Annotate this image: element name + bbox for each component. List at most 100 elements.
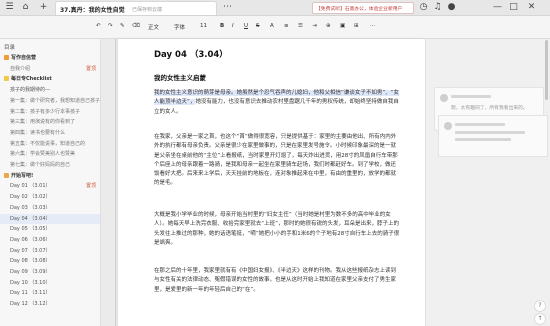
promo-banner[interactable]: 【免费试听】石墨办公，体验企业新用户	[312, 2, 414, 14]
indent-button[interactable]: ⇥	[312, 23, 317, 29]
outline-title: 目录	[4, 45, 16, 51]
page-margin-line	[115, 39, 116, 326]
home-icon[interactable]: ⌂	[20, 2, 31, 13]
outline-item[interactable]: Day 01 （3.01） 置顶	[0, 181, 100, 191]
comment-body-line	[455, 131, 525, 134]
outline-item[interactable]: Day 04 （3.04）	[0, 213, 100, 224]
outline-item[interactable]: 孩子的我期待的—	[0, 85, 100, 95]
outline-item[interactable]: 第七集：做个好妈妈的自己	[0, 160, 100, 170]
outline-item[interactable]: Day 10 （3.10）	[0, 278, 100, 288]
more-button[interactable]: ···	[370, 23, 375, 29]
minimize-icon[interactable]: —	[492, 2, 503, 13]
comment-panel: 嗯，太有趣同了，所有我看出来的。	[426, 39, 550, 326]
undo-icon[interactable]: ↶	[96, 23, 101, 29]
paragraph-4[interactable]: 在那之后的十年里，我家里就有有《中国妇女报》、《半边天》这样的刊物。我从这些报纸…	[154, 267, 400, 295]
outline-item-label: Day 06 （3.06）	[10, 236, 51, 243]
outline-item[interactable]: 自我介绍 置顶	[0, 64, 100, 74]
font-color-button[interactable]: A	[270, 23, 274, 29]
outline-item-label: 写作自信营	[11, 55, 37, 61]
outline-item[interactable]: Day 09 （3.09）	[0, 267, 100, 277]
outline-item-label: 孩子的我期待的—	[10, 87, 51, 94]
paragraph-1[interactable]: 我的女性主义意识的萌芽是母亲。她虽然是个忍气吞声的儿媳妇，他和父相信“谦谈女子不…	[154, 89, 400, 117]
outline-item[interactable]: 第三集：用演说有的你看到了	[0, 117, 100, 127]
outline-item-badge: 置顶	[85, 65, 96, 72]
avatar	[444, 122, 452, 130]
section-bullet-icon	[4, 172, 9, 178]
outline-item-label: Day 12 （3.12）	[10, 301, 51, 308]
format-toolbar: ↶ ↷ ✎ ⌫ 正文 字体 11 B I U S A ≡ ☰ ⇥ ⊕ ▣ ⊞ ·…	[0, 16, 550, 39]
scrollbar[interactable]	[545, 40, 548, 100]
image-button[interactable]: ▣	[340, 23, 345, 29]
outline-item[interactable]: 开始写吧!	[0, 171, 100, 181]
menu-icon[interactable]: ☰	[4, 2, 15, 13]
size-select[interactable]: 11	[200, 23, 207, 29]
comment-text: 嗯，太有趣同了，所有我看出来的。	[451, 106, 528, 111]
maximize-icon[interactable]: □	[508, 2, 519, 13]
document-tab[interactable]: 37.真丹：我的女性自觉 已保存到云端	[55, 1, 217, 15]
link-button[interactable]: ⊕	[326, 23, 331, 29]
section-bullet-icon	[4, 76, 9, 82]
paragraph-2[interactable]: 在我家，父亲是一家之首，也这个“首”做得很宽容，只是提供基于：家里的主要由他出、…	[154, 133, 400, 189]
style-select[interactable]: 正文	[148, 23, 159, 31]
clock-icon[interactable]: ◷	[418, 2, 429, 13]
outline-item-label: 第一集：做个研究者，我想知道自己孩子	[10, 97, 100, 104]
outline-item[interactable]: 第四集：读书也要有什么	[0, 128, 100, 138]
outline-item-label: Day 08 （3.08）	[10, 258, 51, 265]
new-tab-icon[interactable]: +	[38, 2, 49, 13]
comment-card[interactable]	[438, 115, 548, 157]
outline-item[interactable]: 第六集：学会赞美别人也赞美	[0, 149, 100, 159]
table-button[interactable]: ⊞	[354, 23, 359, 29]
list-button[interactable]: ☰	[298, 23, 303, 29]
outline-item-label: Day 03 （3.03）	[10, 204, 51, 211]
outline-item[interactable]: 每日专Checklist	[0, 74, 100, 84]
comment-author-line	[455, 123, 505, 126]
comment-author-line	[451, 95, 491, 98]
align-button[interactable]: ≡	[284, 23, 289, 29]
back-to-top-icon[interactable]: ↑	[534, 313, 546, 325]
outline-item[interactable]: Day 07 （3.07）	[0, 246, 100, 256]
paragraph-3[interactable]: 大概是我小学毕业的时候，母亲开始当村里的“妇女主任”（当时她是村里为数不多的高中…	[154, 211, 400, 248]
outline-item[interactable]: 第二集：孩子有多少行本事孩子	[0, 107, 100, 117]
outline-item[interactable]: Day 02 （3.02）	[0, 192, 100, 202]
outline-item-label: Day 01 （3.01）	[10, 183, 51, 190]
section-heading: 我的女性主义启蒙	[154, 74, 206, 82]
underline-button[interactable]: U	[244, 23, 248, 29]
outline-item[interactable]: 第五集：不仅能说事，知道自己的	[0, 139, 100, 149]
outline-item-label: 开始写吧!	[11, 172, 34, 179]
bell-icon[interactable]: ♫	[432, 2, 443, 13]
font-select[interactable]: 字体	[174, 23, 185, 31]
outline-item[interactable]: 写作自信营	[0, 53, 100, 63]
outline-item[interactable]: Day 08 （3.08）	[0, 256, 100, 266]
outline-item[interactable]: Day 12 （3.12）	[0, 299, 100, 309]
outline-item-label: 第四集：读书也要有什么	[10, 129, 66, 136]
redo-icon[interactable]: ↷	[108, 23, 113, 29]
save-status: 已保存到云端	[132, 6, 163, 13]
document-page[interactable]: Day 04 （3.04） 我的女性主义启蒙 我的女性主义意识的萌芽是母亲。她虽…	[118, 39, 425, 326]
outline-item-label: 第五集：不仅能说事，知道自己的	[10, 140, 86, 147]
outline-item[interactable]: Day 05 （3.05）	[0, 224, 100, 234]
italic-button[interactable]: I	[232, 23, 234, 29]
close-icon[interactable]: ✕	[526, 2, 537, 13]
bold-button[interactable]: B	[220, 23, 224, 29]
outline-item-label: 第三集：用演说有的你看到了	[10, 119, 76, 126]
strike-button[interactable]: S	[256, 23, 260, 29]
outline-item[interactable]: 第一集：做个研究者，我想知道自己孩子	[0, 96, 100, 106]
user-icon[interactable]: ●	[446, 2, 457, 13]
comment-body-line	[455, 138, 511, 141]
outline-item-label: Day 02 （3.02）	[10, 194, 51, 201]
clear-format-icon[interactable]: ⌫	[132, 23, 140, 29]
promo-banner-text: 【免费试听】石墨办公，体验企业新用户	[316, 7, 403, 12]
format-painter-icon[interactable]: ✎	[120, 23, 125, 29]
more-icon[interactable]: ⋯	[222, 2, 233, 13]
outline-item-label: 每日专Checklist	[11, 76, 52, 83]
outline-item-label: Day 09 （3.09）	[10, 269, 51, 275]
outline-item-label: 自我介绍	[10, 65, 31, 72]
doc-title: 37.真丹：我的女性自觉	[60, 7, 125, 14]
help-icon[interactable]: ?	[534, 300, 546, 312]
outline-item-label: Day 11 （3.11）	[10, 290, 51, 297]
outline-item[interactable]: Day 03 （3.03）	[0, 203, 100, 213]
outline-item-label: 第七集：做个好妈妈的自己	[10, 162, 71, 168]
outline-item[interactable]: Day 11 （3.11）	[0, 288, 100, 298]
outline-item[interactable]: Day 06 （3.06）	[0, 235, 100, 245]
outline-item-label: Day 04 （3.04）	[10, 215, 51, 222]
